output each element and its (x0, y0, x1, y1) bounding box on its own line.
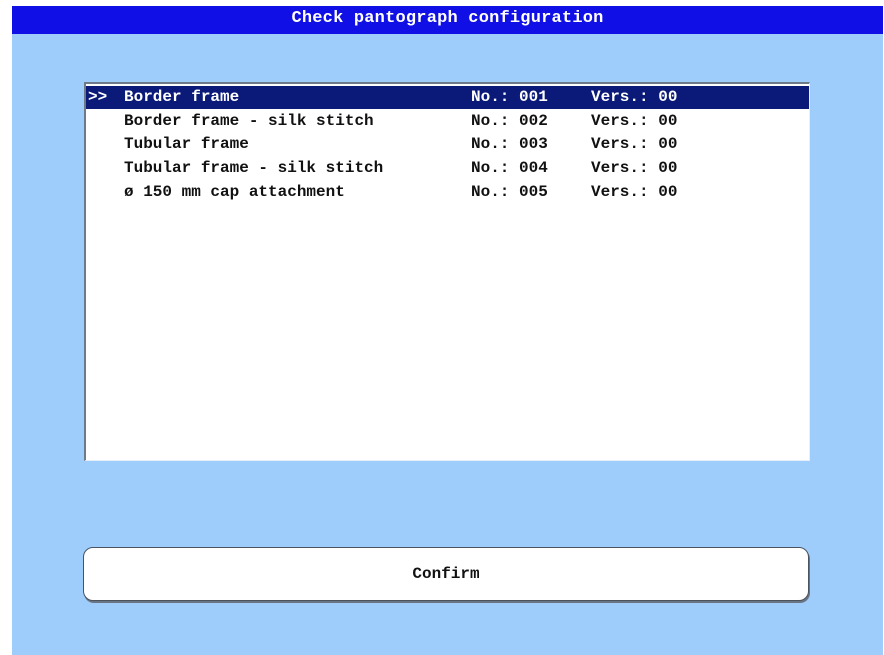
item-version: Vers.: 00 (591, 183, 678, 201)
item-number: No.: 002 (471, 112, 548, 130)
selection-marker: >> (88, 88, 108, 106)
screen: Check pantograph configuration >> Border… (12, 6, 883, 655)
confirm-button[interactable]: Confirm (83, 547, 809, 601)
list-item-border-frame-silk-stitch[interactable]: Border frame - silk stitch No.: 002 Vers… (86, 110, 809, 133)
list-item-tubular-frame[interactable]: Tubular frame No.: 003 Vers.: 00 (86, 133, 809, 156)
item-version: Vers.: 00 (591, 112, 678, 130)
item-version: Vers.: 00 (591, 135, 678, 153)
item-name: Tubular frame - silk stitch (124, 159, 384, 177)
item-name: ø 150 mm cap attachment (124, 183, 345, 201)
item-number: No.: 004 (471, 159, 548, 177)
item-number: No.: 003 (471, 135, 548, 153)
item-version: Vers.: 00 (591, 159, 678, 177)
list-item-tubular-frame-silk-stitch[interactable]: Tubular frame - silk stitch No.: 004 Ver… (86, 157, 809, 180)
pantograph-list[interactable]: >> Border frame No.: 001 Vers.: 00 Borde… (84, 82, 810, 461)
item-version: Vers.: 00 (591, 88, 678, 106)
item-name: Border frame - silk stitch (124, 112, 374, 130)
window-title: Check pantograph configuration (12, 6, 883, 34)
item-number: No.: 001 (471, 88, 548, 106)
list-item-border-frame[interactable]: >> Border frame No.: 001 Vers.: 00 (86, 86, 809, 109)
item-name: Border frame (124, 88, 240, 106)
item-name: Tubular frame (124, 135, 249, 153)
item-number: No.: 005 (471, 183, 548, 201)
list-item-cap-attachment[interactable]: ø 150 mm cap attachment No.: 005 Vers.: … (86, 181, 809, 204)
